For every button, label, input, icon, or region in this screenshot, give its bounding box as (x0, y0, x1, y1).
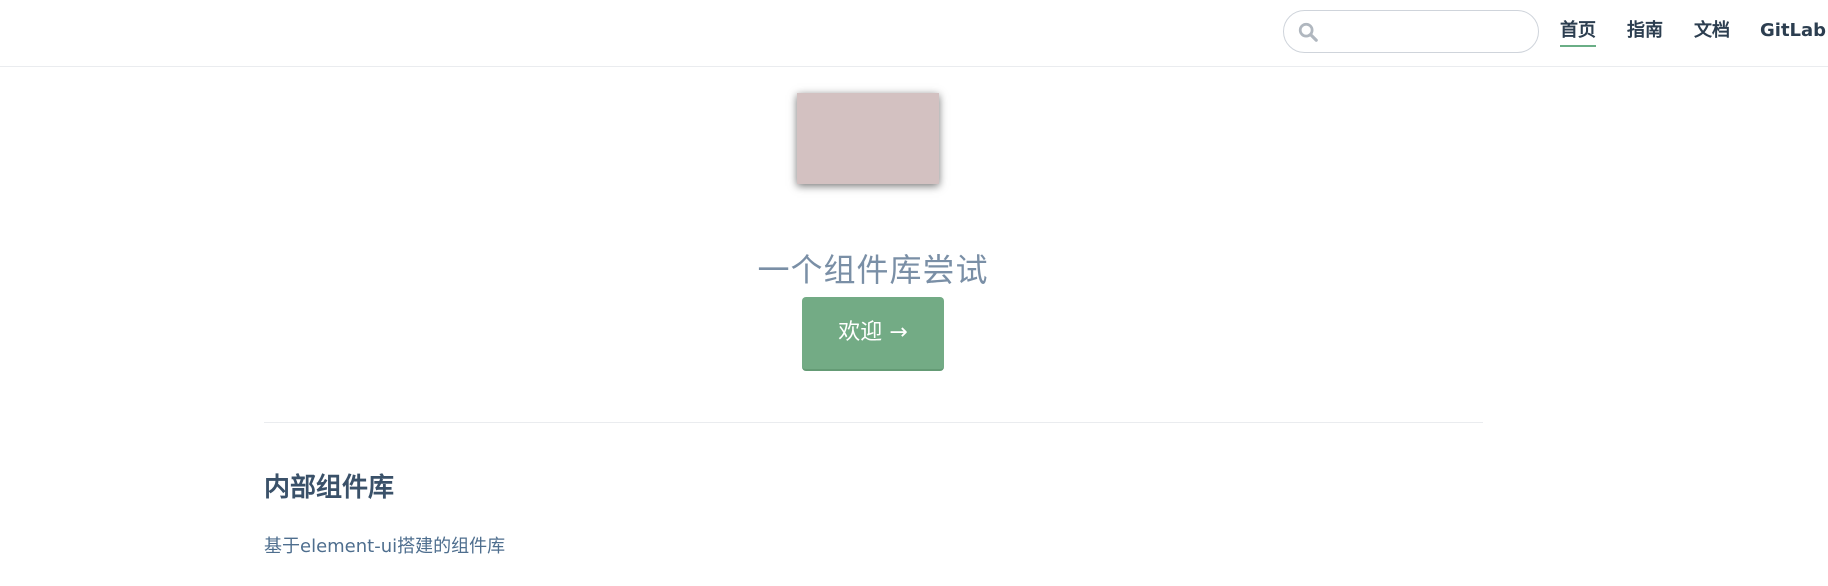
feature-details: 基于element-ui搭建的组件库 (264, 536, 506, 557)
top-navbar: 首页 指南 文档 GitLab (0, 0, 1828, 67)
nav-links: 首页 指南 文档 GitLab (1540, 0, 1828, 66)
hero-description: 一个组件库尝试 (757, 251, 989, 289)
search-input[interactable] (1328, 17, 1532, 49)
feature-title: 内部组件库 (264, 473, 395, 503)
nav-link-docs[interactable]: 文档 (1694, 19, 1730, 43)
nav-link-home[interactable]: 首页 (1560, 19, 1596, 47)
section-divider (264, 422, 1483, 423)
nav-link-guide[interactable]: 指南 (1627, 19, 1663, 43)
hero-image (797, 93, 939, 184)
search-icon (1298, 22, 1318, 42)
search-box[interactable] (1283, 10, 1539, 53)
welcome-button[interactable]: 欢迎 → (802, 297, 944, 371)
nav-link-gitlab[interactable]: GitLab (1760, 19, 1826, 43)
